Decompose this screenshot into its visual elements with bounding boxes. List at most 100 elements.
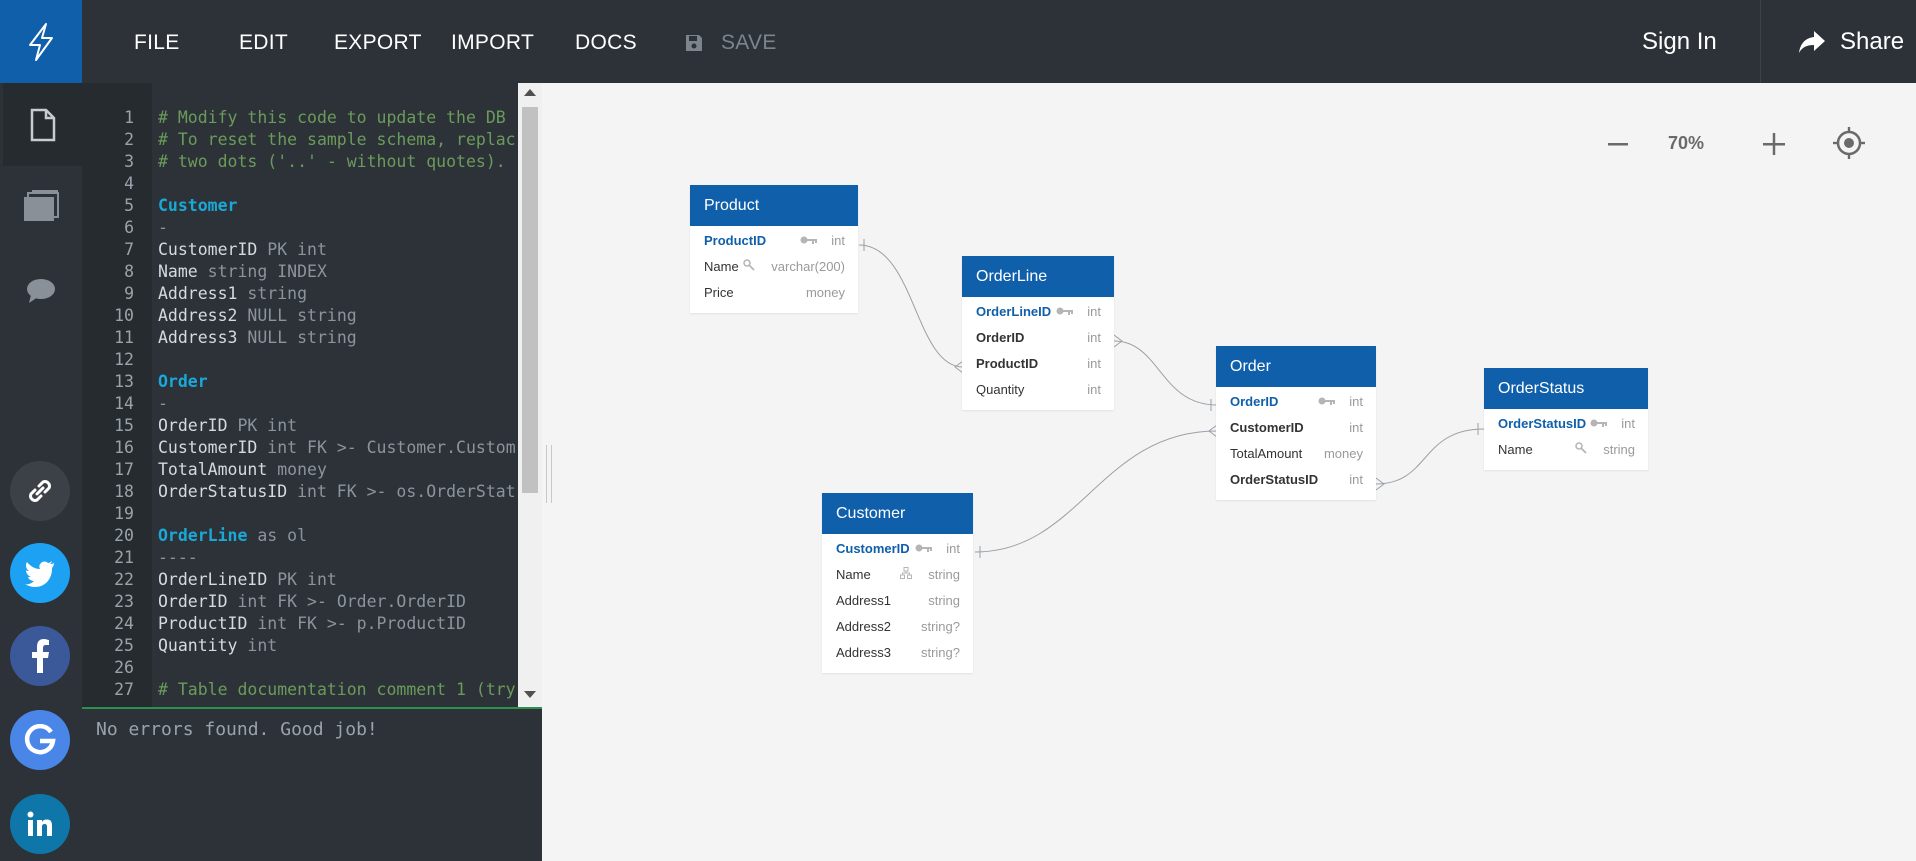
google-share-button[interactable] — [10, 710, 70, 770]
linkedin-share-button[interactable] — [10, 794, 70, 854]
column-type: int — [1087, 382, 1101, 397]
code-line[interactable]: 25 Quantity int — [82, 635, 522, 657]
line-number: 15 — [114, 416, 134, 435]
field-definition: as ol — [247, 526, 308, 545]
table-row[interactable]: OrderStatusID int — [1484, 411, 1648, 437]
code-editor[interactable]: 1 # Modify this code to update the DB 2 # T… — [82, 83, 542, 707]
scrollbar-thumb[interactable] — [522, 107, 538, 493]
copy-link-button[interactable] — [10, 461, 70, 521]
facebook-share-button[interactable] — [10, 626, 70, 686]
table-row[interactable]: Name string — [1484, 437, 1648, 463]
field-definition: NULL string — [237, 328, 357, 347]
field-definition: money — [267, 460, 327, 479]
sign-in-button[interactable]: Sign In — [1642, 0, 1717, 84]
code-line[interactable]: 18 OrderStatusID int FK >- os.OrderStat — [82, 481, 522, 503]
column-name: Name — [836, 567, 871, 582]
code-line[interactable]: 19 — [82, 503, 522, 525]
line-number: 8 — [124, 262, 134, 281]
table-row[interactable]: Name varchar(200) — [690, 254, 858, 280]
table-title[interactable]: Customer — [822, 493, 973, 534]
code-line[interactable]: 8 Name string INDEX — [82, 261, 522, 283]
table-row[interactable]: OrderID int — [1216, 389, 1376, 415]
column-name: Address1 — [836, 593, 891, 608]
column-name: OrderID — [976, 330, 1025, 345]
line-number: 19 — [114, 504, 134, 523]
panel-resize-handle[interactable] — [546, 445, 552, 503]
menu-save[interactable]: SAVE — [721, 0, 777, 83]
code-line[interactable]: 1 # Modify this code to update the DB — [82, 107, 522, 129]
line-number: 26 — [114, 658, 134, 677]
code-line[interactable]: 6- — [82, 217, 522, 239]
code-line[interactable]: 26 — [82, 657, 522, 679]
table-orderstatus[interactable]: OrderStatus OrderStatusID int Name string — [1484, 368, 1648, 470]
code-line[interactable]: 9 Address1 string — [82, 283, 522, 305]
field-definition: int FK >- Order.OrderID — [227, 592, 466, 611]
center-view-button[interactable] — [1831, 125, 1867, 161]
code-line[interactable]: 20 OrderLine as ol — [82, 525, 522, 547]
code-line[interactable]: 13 Order — [82, 371, 522, 393]
column-type: int — [831, 233, 845, 248]
scroll-up-arrow-icon[interactable] — [524, 89, 536, 96]
table-row[interactable]: ProductID int — [690, 228, 858, 254]
sidebar-item-document[interactable] — [0, 83, 82, 166]
table-row[interactable]: OrderID int — [962, 325, 1114, 351]
table-row[interactable]: Name string — [822, 562, 973, 588]
table-row[interactable]: Quantity int — [962, 377, 1114, 403]
code-line[interactable]: 17 TotalAmount money — [82, 459, 522, 481]
table-title[interactable]: OrderLine — [962, 256, 1114, 297]
code-line[interactable]: 16 CustomerID int FK >- Customer.Custom — [82, 437, 522, 459]
code-line[interactable]: 27 # Table documentation comment 1 (try — [82, 679, 522, 701]
table-title[interactable]: OrderStatus — [1484, 368, 1648, 409]
zoom-out-button[interactable] — [1606, 129, 1630, 159]
share-icon[interactable] — [1797, 29, 1827, 55]
table-row[interactable]: OrderStatusID int — [1216, 467, 1376, 493]
code-line[interactable]: 14 - — [82, 393, 522, 415]
menu-edit[interactable]: EDIT — [239, 0, 288, 83]
zoom-in-button[interactable] — [1761, 129, 1787, 159]
table-row[interactable]: CustomerID int — [1216, 415, 1376, 441]
code-line[interactable]: 4 — [82, 173, 522, 195]
table-orderline[interactable]: OrderLine OrderLineID int OrderID int Product… — [962, 256, 1114, 410]
code-line[interactable]: 21 ---- — [82, 547, 522, 569]
code-line[interactable]: 2 # To reset the sample schema, replac — [82, 129, 522, 151]
sidebar-item-chat[interactable] — [0, 276, 82, 306]
column-name: CustomerID — [1230, 420, 1304, 435]
app-logo[interactable] — [0, 0, 82, 83]
code-line[interactable]: 3 # two dots ('..' - without quotes). — [82, 151, 522, 173]
code-line[interactable]: 24 ProductID int FK >- p.ProductID — [82, 613, 522, 635]
editor-scrollbar[interactable] — [518, 83, 542, 707]
document-icon — [30, 108, 55, 141]
code-line[interactable]: 10 Address2 NULL string — [82, 305, 522, 327]
table-order[interactable]: Order OrderID int CustomerID int TotalAmount m… — [1216, 346, 1376, 500]
field-name: Address3 — [158, 328, 238, 347]
code-line[interactable]: 23 OrderID int FK >- Order.OrderID — [82, 591, 522, 613]
table-row[interactable]: Address3 string? — [822, 640, 973, 666]
menu-docs[interactable]: DOCS — [575, 0, 637, 83]
menu-file[interactable]: FILE — [134, 0, 180, 83]
field-definition: PK int — [227, 416, 298, 435]
table-row[interactable]: Price money — [690, 280, 858, 306]
share-button[interactable]: Share — [1840, 0, 1904, 84]
table-row[interactable]: Address2 string? — [822, 614, 973, 640]
code-line[interactable]: 12 — [82, 349, 522, 371]
table-row[interactable]: TotalAmount money — [1216, 441, 1376, 467]
code-line[interactable]: 5 Customer — [82, 195, 522, 217]
table-row[interactable]: Address1 string — [822, 588, 973, 614]
table-row[interactable]: OrderLineID int — [962, 299, 1114, 325]
column-name: Quantity — [976, 382, 1025, 397]
code-line[interactable]: 22 OrderLineID PK int — [82, 569, 522, 591]
sidebar-item-folders[interactable] — [0, 186, 82, 226]
code-line[interactable]: 11 Address3 NULL string — [82, 327, 522, 349]
scroll-down-arrow-icon[interactable] — [524, 691, 536, 698]
code-line[interactable]: 7 CustomerID PK int — [82, 239, 522, 261]
code-line[interactable]: 15 OrderID PK int — [82, 415, 522, 437]
table-customer[interactable]: Customer CustomerID int Name string Address1 s… — [822, 493, 973, 673]
twitter-share-button[interactable] — [10, 543, 70, 603]
table-row[interactable]: ProductID int — [962, 351, 1114, 377]
table-product[interactable]: Product ProductID int Name varchar(200) Price… — [690, 185, 858, 313]
menu-export[interactable]: EXPORT — [334, 0, 422, 83]
table-title[interactable]: Order — [1216, 346, 1376, 387]
table-title[interactable]: Product — [690, 185, 858, 226]
menu-import[interactable]: IMPORT — [451, 0, 534, 83]
table-row[interactable]: CustomerID int — [822, 536, 973, 562]
